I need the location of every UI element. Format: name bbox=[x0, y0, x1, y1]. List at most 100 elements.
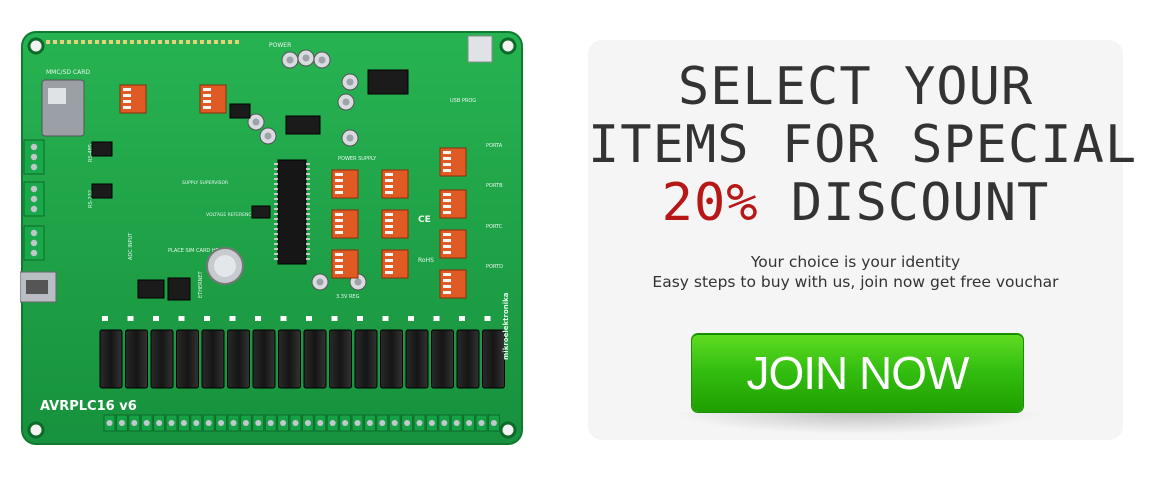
relay-led bbox=[459, 316, 465, 321]
capacitor-top bbox=[302, 54, 310, 62]
mcu-pin bbox=[274, 208, 278, 210]
mcu-pin bbox=[274, 243, 278, 245]
mcu-pin bbox=[306, 258, 310, 260]
dip-toggle bbox=[335, 219, 343, 222]
dip-toggle bbox=[443, 291, 451, 294]
mcu-pin bbox=[306, 248, 310, 250]
silkscreen-portc: PORTC bbox=[486, 224, 503, 230]
mcu-pin bbox=[274, 173, 278, 175]
terminal-screw bbox=[428, 420, 435, 426]
dip-toggle bbox=[443, 211, 451, 214]
terminal-screw bbox=[304, 420, 311, 426]
mcu-pin bbox=[306, 238, 310, 240]
mcu-pin bbox=[306, 243, 310, 245]
mcu-chip bbox=[277, 159, 307, 265]
dip-toggle bbox=[385, 253, 393, 256]
relay-led bbox=[408, 316, 414, 321]
dip-toggle bbox=[335, 259, 343, 262]
header-pin bbox=[207, 40, 211, 44]
ic-package bbox=[367, 69, 409, 95]
dip-toggle bbox=[385, 219, 393, 222]
relay-led bbox=[229, 316, 236, 321]
silkscreen-voltage-ref: VOLTAGE REFERENCE bbox=[206, 212, 254, 218]
header-pin bbox=[186, 40, 190, 44]
terminal-screw bbox=[441, 420, 448, 426]
header-pin bbox=[81, 40, 85, 44]
mcu-pin bbox=[274, 198, 278, 200]
board-model-name: AVRPLC16 v6 bbox=[40, 399, 137, 414]
capacitor-top bbox=[252, 118, 260, 126]
dip-toggle bbox=[385, 265, 393, 268]
relay bbox=[354, 329, 378, 389]
terminal-screw bbox=[168, 420, 175, 426]
silkscreen-usb-prog: USB PROG bbox=[450, 98, 476, 104]
silkscreen-supply-supervisor: SUPPLY SUPERVISOR bbox=[182, 180, 228, 186]
terminal-screw bbox=[267, 420, 274, 426]
dip-toggle bbox=[443, 251, 451, 254]
relay bbox=[303, 329, 327, 389]
relay-led bbox=[331, 316, 338, 321]
terminal-screw bbox=[478, 420, 485, 426]
join-now-button[interactable]: JOIN NOW bbox=[692, 334, 1023, 412]
mcu-pin bbox=[274, 218, 278, 220]
silkscreen-rohs: RoHS bbox=[418, 257, 434, 264]
relay-led bbox=[306, 316, 312, 321]
header-pin bbox=[151, 40, 155, 44]
dip-toggle bbox=[443, 233, 451, 236]
sd-card-logo bbox=[48, 88, 66, 104]
mcu-pin bbox=[274, 183, 278, 185]
header-pin bbox=[179, 40, 183, 44]
dip-toggle bbox=[335, 179, 343, 182]
dip-toggle bbox=[443, 279, 451, 282]
mcu-pin bbox=[274, 168, 278, 170]
rtc-battery-top bbox=[214, 255, 236, 277]
silkscreen-power-supply: POWER SUPPLY bbox=[338, 156, 377, 162]
terminal-screw bbox=[317, 420, 324, 426]
silkscreen-portd: PORTD bbox=[486, 264, 503, 270]
header-pin bbox=[137, 40, 141, 44]
mcu-pin bbox=[306, 228, 310, 230]
terminal-screw bbox=[30, 229, 38, 237]
mcu-pin bbox=[306, 188, 310, 190]
terminal-screw bbox=[404, 420, 411, 426]
terminal-screw bbox=[329, 420, 336, 426]
mcu-pin bbox=[306, 183, 310, 185]
dip-toggle bbox=[203, 88, 211, 91]
capacitor-top bbox=[346, 134, 354, 142]
relay-led bbox=[255, 316, 261, 321]
mcu-pin bbox=[274, 178, 278, 180]
dip-toggle bbox=[443, 193, 451, 196]
relay bbox=[99, 329, 123, 389]
left-terminal-blocks bbox=[23, 139, 45, 261]
header-pin bbox=[172, 40, 176, 44]
terminal-screw bbox=[143, 420, 150, 426]
ic-package bbox=[285, 115, 321, 135]
tagline-1: Your choice is your identity bbox=[750, 253, 961, 271]
relay bbox=[125, 329, 148, 389]
terminal-screw bbox=[156, 420, 163, 426]
terminal-screw bbox=[453, 420, 460, 426]
dip-toggle bbox=[123, 106, 131, 109]
dip-toggle bbox=[385, 191, 393, 194]
mcu-pin bbox=[306, 203, 310, 205]
terminal-screw bbox=[416, 420, 423, 426]
ic-package bbox=[167, 277, 191, 301]
terminal-screw bbox=[30, 185, 38, 193]
mcu-pin bbox=[274, 233, 278, 235]
tagline-2: Easy steps to buy with us, join now get … bbox=[652, 273, 1059, 291]
header-pin bbox=[67, 40, 71, 44]
relay-led bbox=[127, 316, 134, 321]
mcu-pin bbox=[306, 253, 310, 255]
dip-toggle bbox=[385, 259, 393, 262]
dip-toggle bbox=[385, 225, 393, 228]
header-pin bbox=[95, 40, 99, 44]
terminal-screw bbox=[118, 420, 125, 426]
header-pin bbox=[46, 40, 50, 44]
mcu-pin bbox=[306, 178, 310, 180]
ic-package bbox=[137, 279, 165, 299]
relay-led bbox=[484, 316, 491, 321]
relay-led bbox=[153, 316, 159, 321]
silkscreen-adc-input: ADC INPUT bbox=[128, 232, 134, 260]
dip-toggle bbox=[335, 253, 343, 256]
header-pin bbox=[123, 40, 127, 44]
